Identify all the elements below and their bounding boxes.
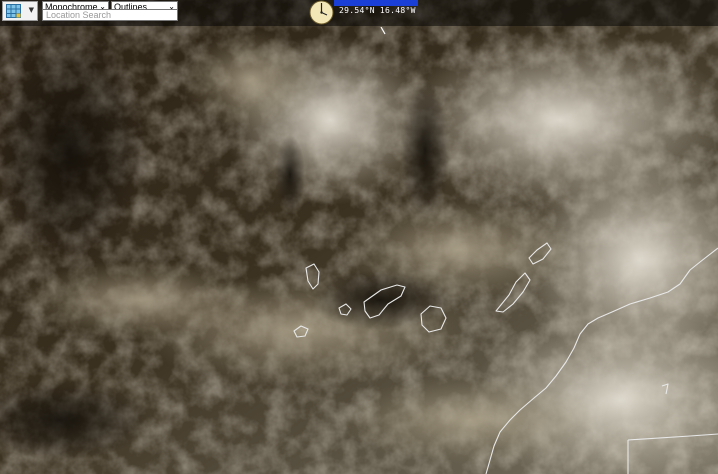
layers-button[interactable]: ▼ <box>2 1 38 21</box>
location-search-input[interactable] <box>42 9 178 21</box>
satellite-image[interactable] <box>0 0 718 474</box>
cursor-coordinates: 29.54°N 16.48°W <box>339 6 416 15</box>
chevron-down-icon: ▼ <box>28 6 34 14</box>
top-toolbar: ▼ Monochrome ⌄ Outlines ⌄ 29.54°N 16.48°… <box>0 0 718 26</box>
grid-icon <box>6 4 21 18</box>
pointer-tick <box>380 27 386 35</box>
compass-icon[interactable] <box>309 0 334 25</box>
satellite-viewer[interactable]: ▼ Monochrome ⌄ Outlines ⌄ 29.54°N 16.48°… <box>0 0 718 474</box>
